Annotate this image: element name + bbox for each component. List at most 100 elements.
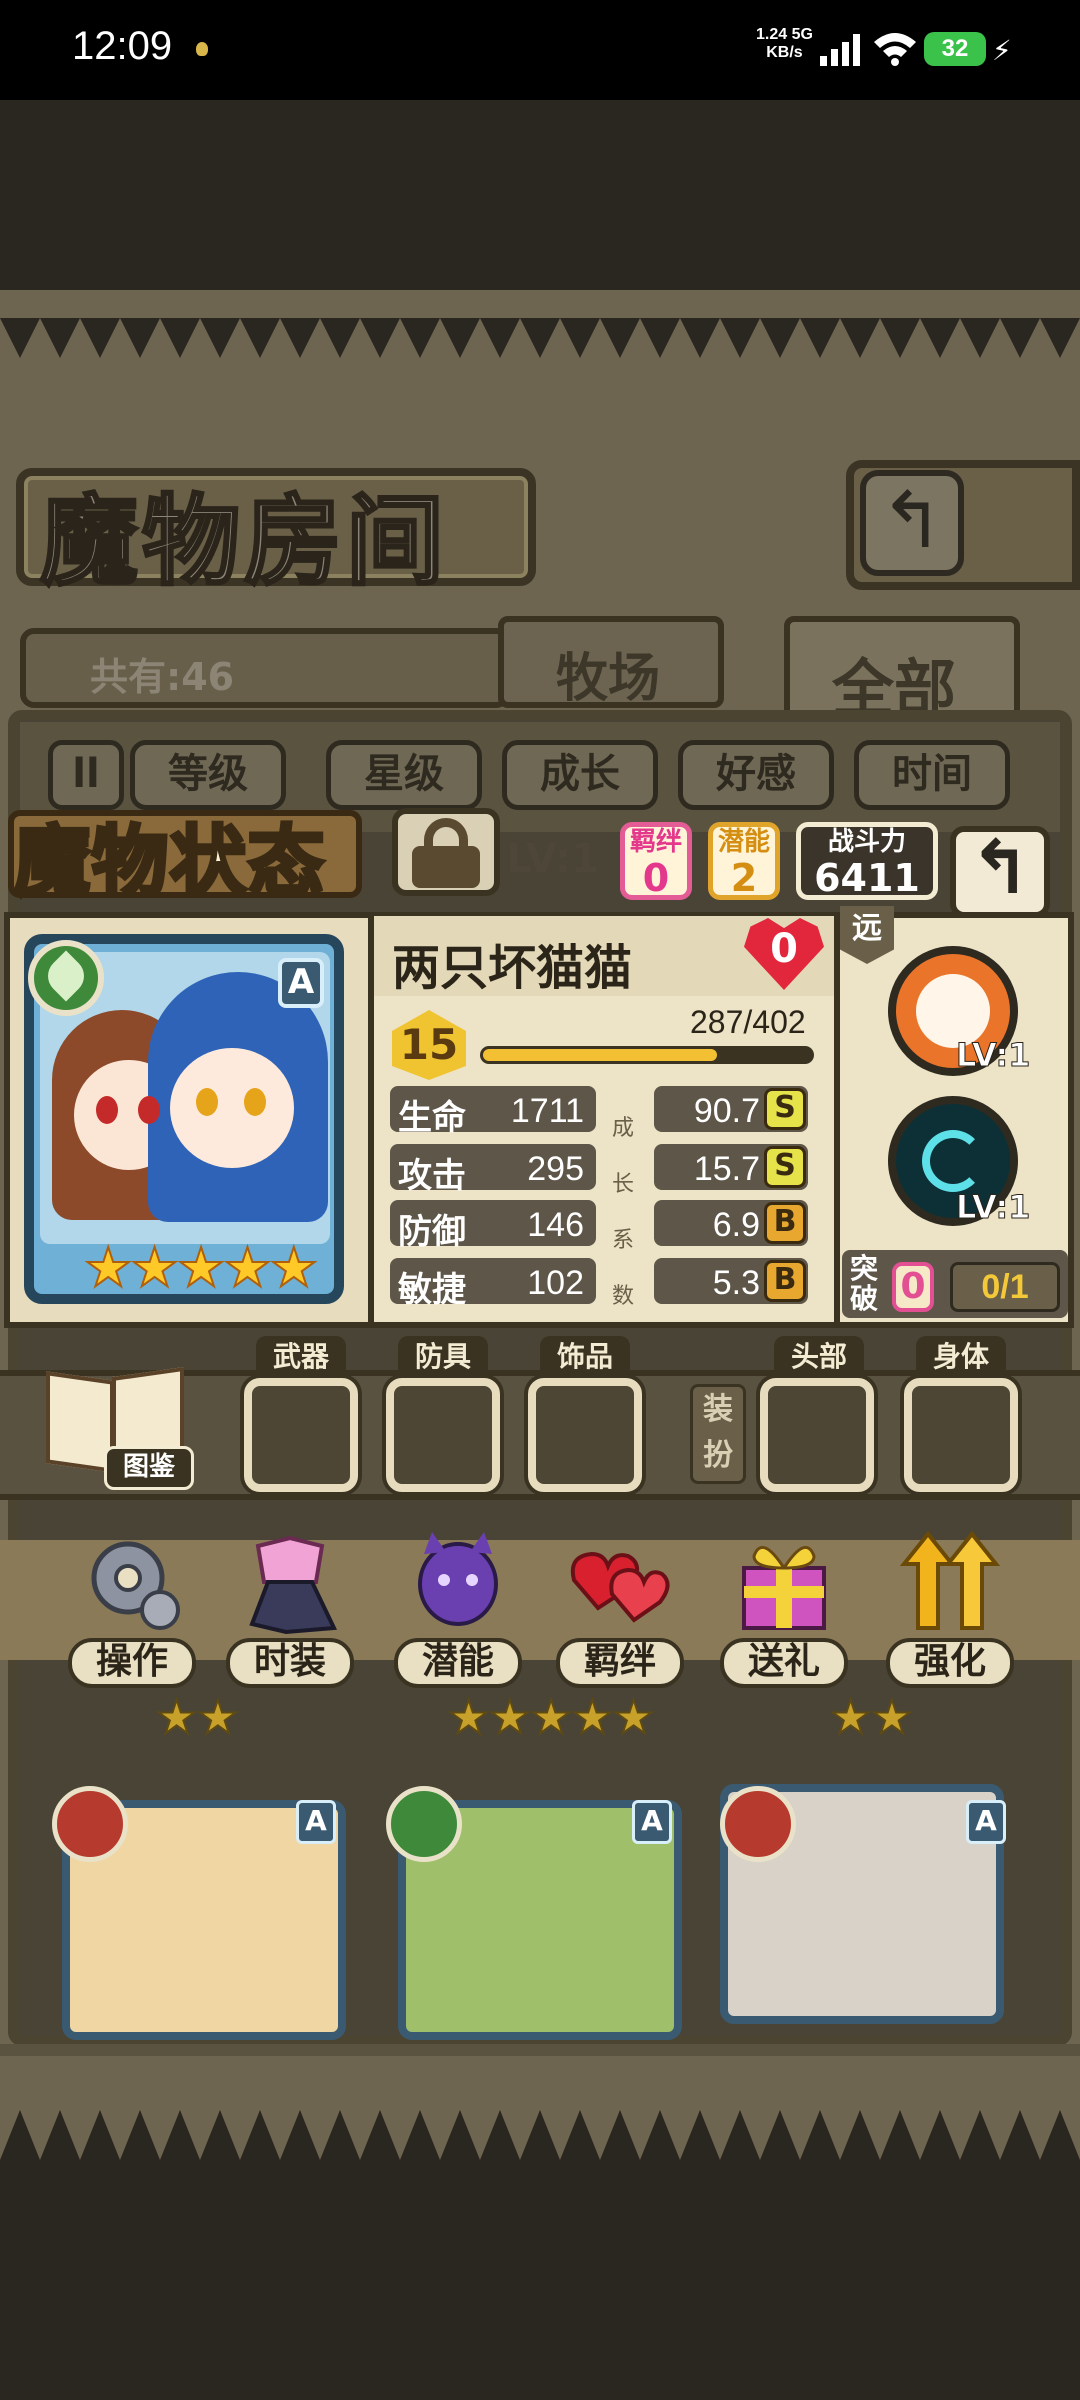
exp-bar-fill xyxy=(483,1049,718,1061)
character-right-eye xyxy=(196,1088,218,1116)
stat-name: 敏捷 xyxy=(398,1270,466,1310)
accessory-slot[interactable] xyxy=(528,1378,642,1492)
head-slot[interactable] xyxy=(760,1378,874,1492)
lock-icon-body xyxy=(412,846,480,888)
stat-row-agility: 敏捷 102 xyxy=(390,1258,596,1310)
outfit-label: 装扮 xyxy=(690,1384,746,1484)
network-speed-unit: KB/s xyxy=(766,44,803,61)
power-value: 6411 xyxy=(814,856,920,900)
growth-caption-char: 系 xyxy=(612,1228,635,1253)
network-speed-value: 1.24 5G xyxy=(756,26,813,43)
sort-affection-button[interactable]: 好感 xyxy=(678,740,834,810)
dex-label: 图鉴 xyxy=(104,1446,194,1490)
back-button[interactable]: ↰ xyxy=(950,826,1050,918)
breakthrough-count: 0 xyxy=(892,1262,934,1312)
operate-button[interactable]: 操作 xyxy=(68,1528,196,1688)
armor-slot[interactable] xyxy=(386,1378,500,1492)
bond-button[interactable]: 羁绊 xyxy=(556,1528,684,1688)
potential-value: 2 xyxy=(730,856,758,900)
growth-value: 6.9 xyxy=(712,1206,760,1244)
fire-element-icon xyxy=(52,1786,128,1862)
action-label: 送礼 xyxy=(720,1638,848,1688)
weapon-slot-label: 武器 xyxy=(256,1336,346,1378)
potential-label: 潜能 xyxy=(717,827,770,857)
affection-value: 0 xyxy=(770,926,798,972)
signal-icon xyxy=(820,34,864,66)
character-right-eye xyxy=(244,1088,266,1116)
character-right-face xyxy=(170,1048,294,1168)
demon-icon xyxy=(418,1532,498,1626)
action-label: 羁绊 xyxy=(556,1638,684,1688)
weapon-slot[interactable] xyxy=(244,1378,358,1492)
sort-star-button[interactable]: 星级 xyxy=(326,740,482,810)
monster-name: 两只坏猫猫 xyxy=(392,940,633,996)
charging-icon: ⚡ xyxy=(992,34,1012,67)
potential-chip: 潜能 2 xyxy=(708,822,780,900)
growth-row-agility: 5.3 B xyxy=(654,1258,808,1304)
growth-caption-char: 长 xyxy=(612,1172,635,1197)
stat-name: 防御 xyxy=(398,1212,466,1252)
breakthrough-progress[interactable]: 0/1 xyxy=(950,1262,1060,1312)
rank-badge: A xyxy=(632,1800,672,1844)
rank-badge: A xyxy=(966,1800,1006,1844)
head-slot-label: 头部 xyxy=(774,1336,864,1378)
gift-button[interactable]: 送礼 xyxy=(720,1528,848,1688)
arrows-up-icon xyxy=(899,1530,1001,1630)
hearts-icon xyxy=(570,1551,670,1623)
growth-caption-char: 数 xyxy=(612,1284,635,1309)
action-label: 强化 xyxy=(886,1638,1014,1688)
notification-icon xyxy=(196,42,208,56)
character-left-eye xyxy=(96,1096,118,1124)
battery-icon: 32 xyxy=(924,32,986,66)
star-rating: ★★★★★ xyxy=(83,1236,319,1299)
growth-value: 5.3 xyxy=(712,1264,760,1302)
body-slot[interactable] xyxy=(904,1378,1018,1492)
background-bottom xyxy=(0,2160,1080,2400)
stat-name: 攻击 xyxy=(398,1156,466,1196)
enhance-button[interactable]: 强化 xyxy=(886,1528,1014,1688)
gear-icon xyxy=(91,1541,180,1630)
growth-row-hp: 90.7 S xyxy=(654,1086,808,1132)
gift-icon xyxy=(742,1545,826,1630)
power-label: 战斗力 xyxy=(827,827,906,857)
network-speed: 1.24 5G KB/s xyxy=(756,26,813,62)
lv-tag: LV:1 xyxy=(506,836,599,882)
stat-name: 生命 xyxy=(398,1098,466,1138)
zigzag-border-top xyxy=(0,318,1080,358)
level-value: 15 xyxy=(399,1020,459,1069)
rank-badge: A xyxy=(278,958,324,1008)
grade-badge: S xyxy=(764,1146,806,1188)
potential-button[interactable]: 潜能 xyxy=(394,1528,522,1688)
grid-card-stars: ★★★★★ xyxy=(447,1689,655,1745)
fire-element-icon xyxy=(720,1786,796,1862)
background-top xyxy=(0,100,1080,290)
growth-value: 15.7 xyxy=(693,1150,760,1188)
bond-label: 羁绊 xyxy=(629,827,682,857)
outfit-button[interactable]: 时装 xyxy=(226,1528,354,1688)
skill-2-level: LV:1 xyxy=(955,1188,1031,1227)
armor-slot-label: 防具 xyxy=(398,1336,488,1378)
skill-1-level: LV:1 xyxy=(955,1036,1031,1075)
status-title: 魔物状态 xyxy=(12,815,326,908)
tab-pasture-label: 牧场 xyxy=(556,649,661,709)
exp-bar xyxy=(480,1046,814,1064)
vortex-icon xyxy=(922,1130,984,1192)
stat-value: 1711 xyxy=(510,1092,584,1130)
grade-badge: B xyxy=(764,1202,806,1244)
sort-time-button[interactable]: 时间 xyxy=(854,740,1010,810)
accessory-slot-label: 饰品 xyxy=(540,1336,630,1378)
leaf-element-icon xyxy=(386,1786,462,1862)
growth-value: 90.7 xyxy=(693,1092,760,1130)
room-return-button[interactable]: ↰ xyxy=(860,470,964,576)
power-chip: 战斗力 6411 xyxy=(796,822,938,900)
list-bottom-edge xyxy=(0,2044,1080,2056)
character-left-eye xyxy=(138,1096,160,1124)
outfit-icon xyxy=(249,1535,338,1635)
grade-badge: B xyxy=(764,1260,806,1302)
grid-card-stars: ★★ xyxy=(829,1689,913,1745)
sort-growth-button[interactable]: 成长 xyxy=(502,740,658,810)
wifi-icon xyxy=(874,33,916,66)
grid-card-stars: ★★ xyxy=(155,1689,239,1745)
grade-badge: S xyxy=(764,1088,806,1130)
status-time: 12:09 xyxy=(72,24,173,68)
